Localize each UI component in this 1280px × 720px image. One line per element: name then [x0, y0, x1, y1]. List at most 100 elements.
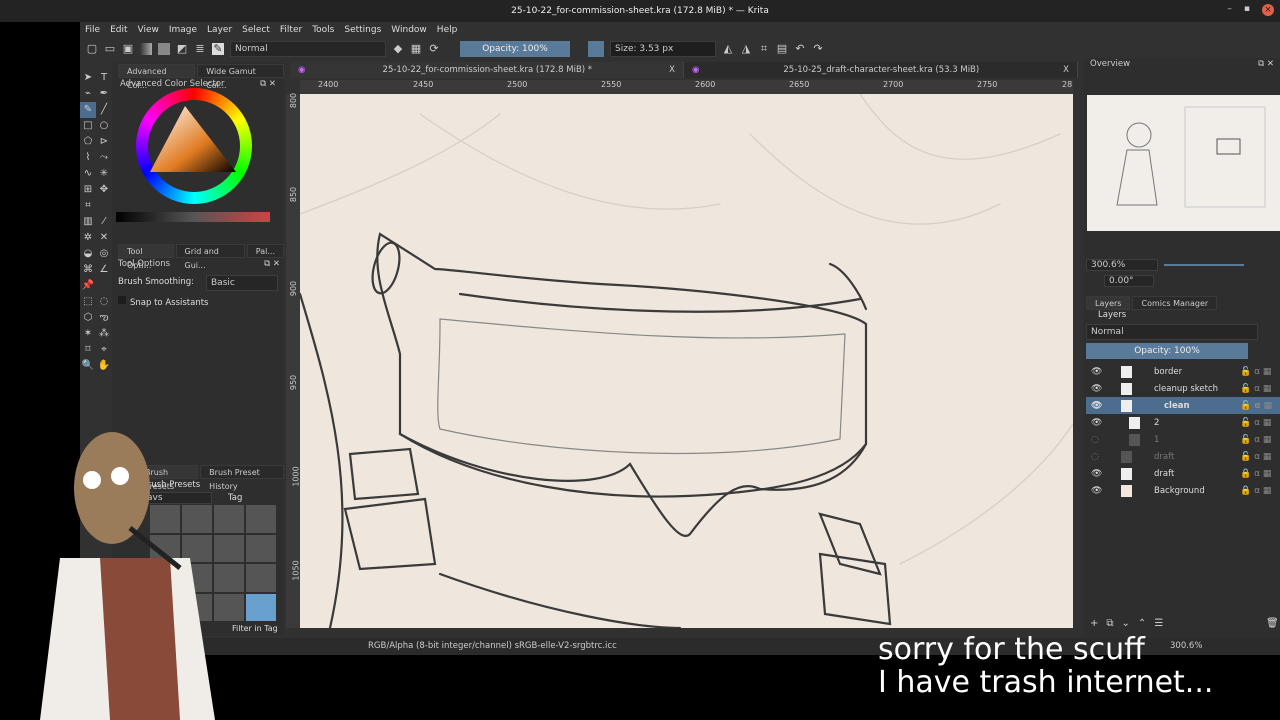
menu-edit[interactable]: Edit: [105, 22, 132, 38]
assistant-tool-icon[interactable]: ✕: [96, 230, 112, 246]
layer-lock-alpha-icons[interactable]: 🔓 α ▦: [1240, 384, 1280, 394]
text-tool-icon[interactable]: T: [96, 70, 112, 86]
mirror-vertical-icon[interactable]: ◮: [740, 43, 752, 55]
bezier-select-icon[interactable]: ⌑: [80, 342, 96, 358]
tab-comics-manager[interactable]: Comics Manager: [1132, 296, 1218, 310]
magnetic-select-icon[interactable]: ⌖: [96, 342, 112, 358]
dynamic-brush-icon[interactable]: ∿: [80, 166, 96, 182]
open-file-icon[interactable]: ▭: [104, 43, 116, 55]
eye-icon[interactable]: 👁: [1091, 367, 1103, 377]
move-up-icon[interactable]: ⌃: [1138, 618, 1146, 629]
tab-advanced-color[interactable]: Advanced Col...: [118, 64, 196, 90]
eye-icon[interactable]: 👁: [1091, 469, 1103, 479]
transform-tool-icon[interactable]: ⊞: [80, 182, 96, 198]
brush-settings-icon[interactable]: ≣: [194, 43, 206, 55]
layer-lock-alpha-icons[interactable]: 🔓 α ▦: [1240, 435, 1280, 445]
freehand-select-icon[interactable]: ఌ: [96, 310, 112, 326]
opacity-slider[interactable]: Opacity: 100%: [460, 41, 570, 57]
smart-patch-icon[interactable]: ✲: [80, 230, 96, 246]
menu-layer[interactable]: Layer: [202, 22, 237, 38]
polyline-tool-icon[interactable]: ⊳: [96, 134, 112, 150]
menu-help[interactable]: Help: [432, 22, 463, 38]
layer-row[interactable]: 👁 cleanup sketch 🔓 α ▦: [1086, 380, 1280, 397]
ellipse-select-icon[interactable]: ◌: [96, 294, 112, 310]
blend-mode-select[interactable]: Normal: [230, 41, 386, 57]
eye-hidden-icon[interactable]: ◌: [1091, 435, 1103, 445]
save-icon[interactable]: ▣: [122, 43, 134, 55]
eraser-icon[interactable]: ◆: [392, 43, 404, 55]
menu-select[interactable]: Select: [237, 22, 275, 38]
dock-float-close-icon[interactable]: ⧉ ✕: [1258, 59, 1274, 69]
move-down-icon[interactable]: ⌄: [1122, 618, 1130, 629]
reload-icon[interactable]: ⟳: [428, 43, 440, 55]
gradient-tool-icon[interactable]: ▥: [80, 214, 96, 230]
maximize-button[interactable]: ▪: [1244, 4, 1250, 16]
eye-hidden-icon[interactable]: ◌: [1091, 452, 1103, 462]
fill-tool-icon[interactable]: ◒: [80, 246, 96, 262]
color-swap-icon[interactable]: ◩: [176, 43, 188, 55]
edit-shape-icon[interactable]: ⌁: [80, 86, 96, 102]
filter-in-tag-checkbox[interactable]: Filter in Tag: [232, 624, 278, 633]
eye-icon[interactable]: 👁: [1091, 418, 1103, 428]
menu-view[interactable]: View: [133, 22, 164, 38]
brush-smoothing-select[interactable]: Basic: [206, 275, 278, 291]
document-tab[interactable]: ◉ 25-10-22_for-commission-sheet.kra (172.…: [290, 62, 684, 78]
polygon-select-icon[interactable]: ⬡: [80, 310, 96, 326]
color-swatch-icon[interactable]: [588, 41, 604, 57]
overview-thumbnail[interactable]: [1087, 95, 1280, 231]
tab-wide-gamut-color[interactable]: Wide Gamut Col...: [197, 64, 284, 90]
close-tab-icon[interactable]: X: [1063, 65, 1069, 75]
color-triangle[interactable]: [150, 104, 240, 176]
multibrush-icon[interactable]: ✳: [96, 166, 112, 182]
brush-tool-icon[interactable]: ✎: [80, 102, 96, 118]
freehand-path-icon[interactable]: ⤳: [96, 150, 112, 166]
reference-tool-icon[interactable]: 📌: [80, 278, 96, 294]
enclose-fill-icon[interactable]: ◎: [96, 246, 112, 262]
contiguous-select-icon[interactable]: ✶: [80, 326, 96, 342]
menu-tools[interactable]: Tools: [307, 22, 339, 38]
layer-lock-alpha-icons[interactable]: 🔓 α ▦: [1240, 367, 1280, 377]
add-layer-icon[interactable]: +: [1090, 618, 1098, 629]
layer-properties-icon[interactable]: ☰: [1154, 618, 1163, 629]
pattern-icon[interactable]: [158, 43, 170, 55]
duplicate-layer-icon[interactable]: ⧉: [1106, 618, 1113, 629]
tab-layers[interactable]: Layers: [1086, 296, 1131, 310]
close-button[interactable]: ×: [1262, 4, 1274, 16]
layer-row[interactable]: ◌ 1 🔓 α ▦: [1086, 431, 1280, 448]
mirror-horizontal-icon[interactable]: ◭: [722, 43, 734, 55]
menu-settings[interactable]: Settings: [339, 22, 386, 38]
gradient-icon[interactable]: [140, 43, 152, 55]
color-picker-icon[interactable]: ⁄: [96, 214, 112, 230]
perspective-grid-icon[interactable]: ⌘: [80, 262, 96, 278]
bezier-tool-icon[interactable]: ⌇: [80, 150, 96, 166]
layer-row[interactable]: 👁 draft 🔒 α ▦: [1086, 465, 1280, 482]
menu-filter[interactable]: Filter: [275, 22, 307, 38]
menu-window[interactable]: Window: [386, 22, 432, 38]
layer-opacity-slider[interactable]: Opacity: 100%: [1086, 343, 1248, 359]
measure-tool-icon[interactable]: ∠: [96, 262, 112, 278]
brush-preset[interactable]: [246, 593, 276, 621]
move-tool-icon[interactable]: ✥: [96, 182, 112, 198]
wrap-icon[interactable]: ▤: [776, 43, 788, 55]
new-file-icon[interactable]: ▢: [86, 43, 98, 55]
rect-select-icon[interactable]: ⬚: [80, 294, 96, 310]
undo-icon[interactable]: ↶: [794, 43, 806, 55]
layer-row[interactable]: 👁 Background 🔒 α ▦: [1086, 482, 1280, 499]
redo-icon[interactable]: ↷: [812, 43, 824, 55]
layer-lock-alpha-icons[interactable]: 🔓 α ▦: [1240, 452, 1280, 462]
color-history-bar[interactable]: [116, 212, 270, 222]
layer-row[interactable]: 👁 border 🔓 α ▦: [1086, 363, 1280, 380]
ellipse-tool-icon[interactable]: ○: [96, 118, 112, 134]
layer-blend-select[interactable]: Normal: [1086, 324, 1258, 340]
size-slider[interactable]: Size: 3.53 px: [610, 41, 716, 57]
polygon-tool-icon[interactable]: ⬠: [80, 134, 96, 150]
dock-float-close-icon[interactable]: ⧉ ✕: [264, 259, 280, 269]
tab-tool-options[interactable]: Tool Opti...: [118, 244, 174, 270]
brush-preset[interactable]: [246, 564, 276, 592]
rotation-input[interactable]: 0.00°: [1104, 275, 1154, 287]
menu-file[interactable]: File: [80, 22, 105, 38]
layer-row[interactable]: 👁 2 🔓 α ▦: [1086, 414, 1280, 431]
layer-lock-alpha-icons[interactable]: 🔓 α ▦: [1240, 401, 1280, 411]
eye-icon[interactable]: 👁: [1091, 486, 1103, 496]
zoom-slider[interactable]: [1164, 264, 1244, 266]
